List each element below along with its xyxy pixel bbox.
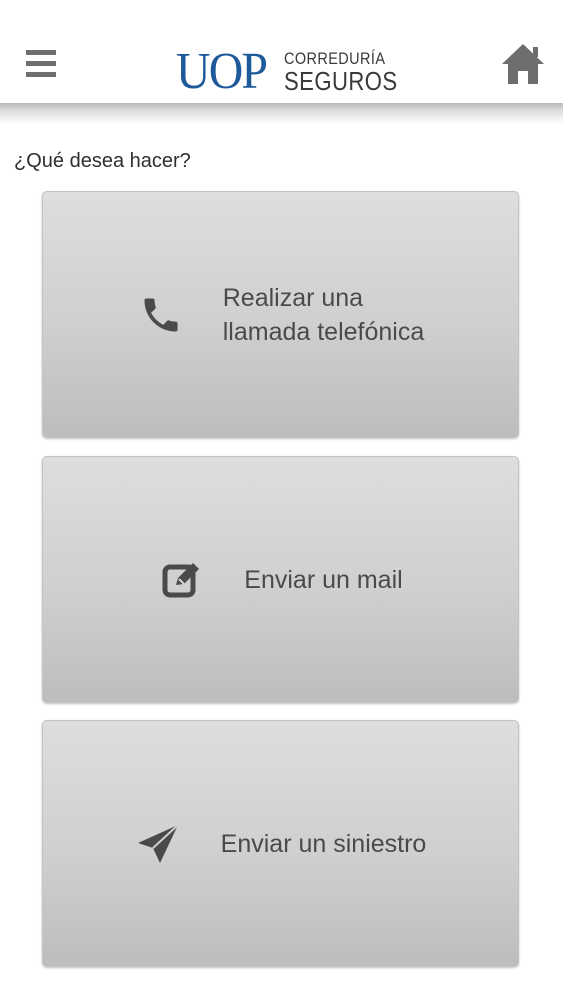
edit-icon xyxy=(158,556,206,604)
call-button[interactable]: Realizar una llamada telefónica xyxy=(42,191,519,438)
app-header: UOP CORREDURÍA SEGUROS xyxy=(0,0,563,103)
menu-button[interactable] xyxy=(22,44,60,82)
logo-text: CORREDURÍA SEGUROS xyxy=(284,50,398,96)
call-button-label: Realizar una llamada telefónica xyxy=(223,281,425,349)
send-icon xyxy=(135,820,183,868)
logo-text-line2: SEGUROS xyxy=(284,66,398,96)
uop-logo: UOP CORREDURÍA SEGUROS xyxy=(176,44,418,100)
email-button-label: Enviar un mail xyxy=(244,565,403,594)
claim-button[interactable]: Enviar un siniestro xyxy=(42,720,519,967)
claim-button-label: Enviar un siniestro xyxy=(220,829,427,858)
email-button[interactable]: Enviar un mail xyxy=(42,456,519,703)
header-shadow xyxy=(0,103,563,125)
call-label-line1: Realizar una xyxy=(222,283,364,312)
logo-mark: UOP xyxy=(176,43,268,100)
phone-icon xyxy=(137,291,185,339)
page-question: ¿Qué desea hacer? xyxy=(14,150,191,172)
home-icon xyxy=(502,44,544,84)
call-label-line2: llamada telefónica xyxy=(222,317,425,346)
home-button[interactable] xyxy=(498,40,548,88)
